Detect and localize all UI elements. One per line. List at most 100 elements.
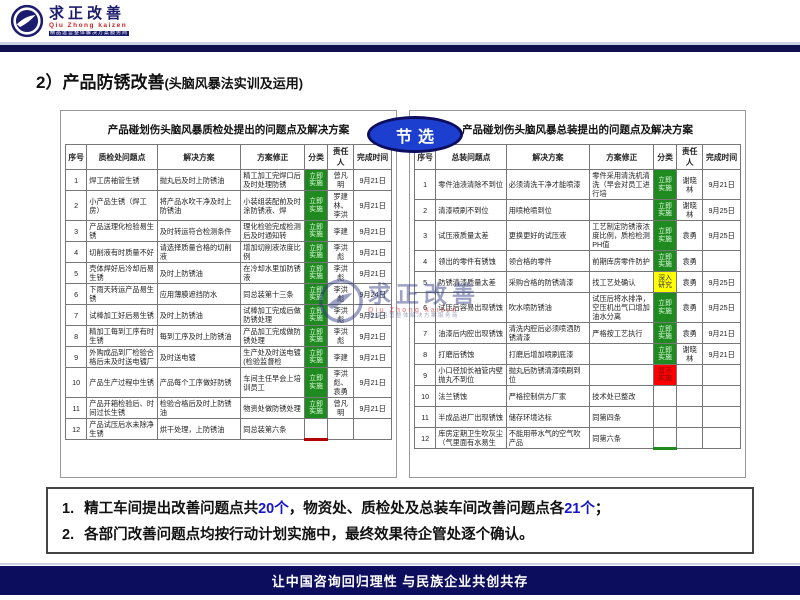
table-row: 6试压后容易出现锈蚀吹水喷防锈油试压后将水排净，空压机出气口增加油水分离立即实施…	[415, 293, 741, 323]
cell-solution: 及时送电镀	[157, 347, 241, 368]
cell-problem: 防锈清漆质量太差	[436, 272, 506, 293]
cell-category: 立即实施	[654, 251, 677, 272]
summary-line-2-number: 2.	[62, 527, 74, 543]
cell-problem: 壳体焊好后冷却后易生锈	[87, 263, 157, 284]
cell-person: 李洪彪	[328, 242, 354, 263]
summary-line-1-text-3: ；	[595, 501, 610, 517]
cell-person	[328, 419, 354, 440]
cell-date: 9月25日	[703, 221, 741, 251]
cell-person: 罗建林、李洪	[328, 191, 354, 221]
cell-person: 李洪彪	[328, 305, 354, 326]
cell-category: 立即实施	[305, 170, 328, 191]
cell-no: 6	[66, 284, 87, 305]
cell-category: 立即实施	[305, 398, 328, 419]
table-row: 3试压液质量太差更换更好的试压液工艺制定防锈液浓度比例，质检检测PH值立即实施袁…	[415, 221, 741, 251]
cell-problem: 试棒加工好后易生锈	[87, 305, 157, 326]
cell-date: 9月21日	[354, 242, 392, 263]
cell-revision: 同总装第六条	[241, 419, 305, 440]
cell-problem: 小口径加长袖管内壁抛丸不到位	[436, 365, 506, 386]
cell-person: 李洪彪	[328, 284, 354, 305]
page-title-main: 2）产品防锈改善	[36, 73, 164, 92]
cell-revision: 工艺制定防锈液浓度比例，质检检测PH值	[590, 221, 654, 251]
column-header: 质检处问题点	[87, 145, 157, 170]
cell-no: 5	[415, 272, 436, 293]
cell-problem: 试压后容易出现锈蚀	[436, 293, 506, 323]
table-row: 12库房定期卫生吹灰尘（气里面有水易生不能用带水气的空气吹产品同第六条	[415, 428, 741, 449]
cell-date: 9月21日	[354, 347, 392, 368]
cell-date	[703, 428, 741, 449]
cell-revision: 同第六条	[590, 428, 654, 449]
cell-person: 袁勇	[677, 323, 703, 344]
cell-solution: 将产品水吹干净及时上防锈油	[157, 191, 241, 221]
cell-problem: 产品生产过程中生锈	[87, 368, 157, 398]
cell-date	[703, 251, 741, 272]
cell-no: 11	[66, 398, 87, 419]
table-row: 8打磨后锈蚀打磨后增加喷刷底漆立即实施谢晓林9月21日	[415, 344, 741, 365]
page-title-sub: (头脑风暴法实训及运用)	[164, 76, 303, 91]
summary-line-1-count-1: 20个	[258, 501, 289, 517]
cell-revision: 产品加工完成做防锈处理	[241, 326, 305, 347]
cell-problem: 试压液质量太差	[436, 221, 506, 251]
cell-category: 立即实施	[654, 293, 677, 323]
column-header: 分类	[654, 145, 677, 170]
table-row: 7油漆后内腔出现锈蚀清洗内腔后必须喷洒防锈清漆严格按工艺执行立即实施袁勇9月21…	[415, 323, 741, 344]
cell-date: 9月21日	[354, 326, 392, 347]
page-title: 2）产品防锈改善(头脑风暴法实训及运用)	[36, 68, 800, 93]
cell-category: 立即实施	[305, 221, 328, 242]
cell-problem: 精加工每到工序有时生锈	[87, 326, 157, 347]
cell-solution: 抛丸后防锈清漆喷刷到位	[506, 365, 590, 386]
slide: 求正改善 Qiu Zhong kaizen 精品运营整体解决方案服务商 2）产品…	[0, 0, 800, 600]
cell-problem: 焊工房袖管生锈	[87, 170, 157, 191]
cell-category: 立即实施	[305, 242, 328, 263]
cell-problem: 下雨天转运产品易生锈	[87, 284, 157, 305]
cell-no: 8	[415, 344, 436, 365]
cell-revision: 找工艺处确认	[590, 272, 654, 293]
cell-category: 暂不实施	[654, 365, 677, 386]
cell-problem: 领出的零件有锈蚀	[436, 251, 506, 272]
cell-no: 4	[415, 251, 436, 272]
cell-date: 9月21日	[703, 323, 741, 344]
cell-date: 9月21日	[354, 170, 392, 191]
cell-solution: 吹水喷防锈油	[506, 293, 590, 323]
cell-solution: 严格控制供方厂家	[506, 386, 590, 407]
cell-solution: 清洗内腔后必须喷洒防锈清漆	[506, 323, 590, 344]
cell-no: 3	[415, 221, 436, 251]
cell-no: 10	[66, 368, 87, 398]
table-row: 1零件油渍清除不到位必须清洗干净才能喷漆零件采用清洗机清洗（早会对员工进行培立即…	[415, 170, 741, 200]
cell-problem: 零件油渍清除不到位	[436, 170, 506, 200]
cell-revision: 精工加工完焊口后及时处理防锈	[241, 170, 305, 191]
table-row: 2小产品生锈（焊工房）将产品水吹干净及时上防锈油小装组装配前及时涂防锈液、焊立即…	[66, 191, 392, 221]
cell-category	[654, 386, 677, 407]
cell-date: 9月21日	[354, 305, 392, 326]
cell-problem: 产品开箱检验后、时间过长生锈	[87, 398, 157, 419]
logo-subtitle: Qiu Zhong kaizen	[49, 23, 129, 30]
cell-revision	[590, 365, 654, 386]
cell-revision: 物资处做防锈处理	[241, 398, 305, 419]
cell-category	[305, 419, 328, 440]
cell-category	[654, 407, 677, 428]
cell-no: 10	[415, 386, 436, 407]
cell-no: 9	[415, 365, 436, 386]
column-header: 解决方案	[157, 145, 241, 170]
cell-revision: 试压后将水排净，空压机出气口增加油水分离	[590, 293, 654, 323]
cell-person	[677, 407, 703, 428]
cell-problem: 半成品进厂出现锈蚀	[436, 407, 506, 428]
cell-problem: 外购成品到厂检验合格后未及时送电镀厂	[87, 347, 157, 368]
cell-solution: 及时上防锈油	[157, 263, 241, 284]
footer-divider	[0, 563, 800, 565]
table-row: 11半成品进厂出现锈蚀储存环境达标同第四条	[415, 407, 741, 428]
cell-revision: 零件采用清洗机清洗（早会对员工进行培	[590, 170, 654, 200]
cell-revision: 同第四条	[590, 407, 654, 428]
cell-no: 8	[66, 326, 87, 347]
cell-solution: 请选择质量合格的切削液	[157, 242, 241, 263]
cell-revision: 同总装第十三条	[241, 284, 305, 305]
cell-person	[677, 386, 703, 407]
cell-no: 9	[66, 347, 87, 368]
column-header: 完成时间	[703, 145, 741, 170]
summary-line-1-text: 精工车间提出改善问题点共	[84, 501, 258, 517]
excerpt-badge: 节选	[367, 116, 463, 153]
company-logo: 求正改善 Qiu Zhong kaizen 精品运营整体解决方案服务商	[10, 4, 129, 38]
cell-date: 9月21日	[354, 263, 392, 284]
cell-category: 立即实施	[654, 323, 677, 344]
cell-person: 李洪彪	[328, 263, 354, 284]
